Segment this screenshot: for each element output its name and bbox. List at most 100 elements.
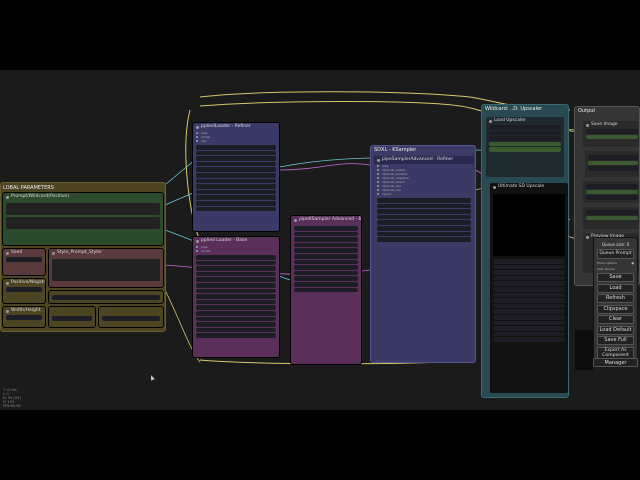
params-a-widget[interactable] (52, 316, 92, 321)
widget-row[interactable] (493, 303, 565, 309)
extra-options-checkbox[interactable]: Extra options (597, 261, 617, 265)
widget-row[interactable] (489, 136, 561, 141)
width-height-widget[interactable] (6, 315, 42, 320)
manager-button[interactable]: Manager (593, 358, 638, 367)
widget-row[interactable] (588, 155, 638, 160)
widget-row[interactable] (196, 299, 276, 305)
node-style-prompt[interactable]: Style_Prompt_Styler (48, 248, 164, 288)
widget-row[interactable] (196, 200, 276, 206)
node-loader-base[interactable]: pplied Loader - Base pipe model (192, 236, 280, 358)
widget-row[interactable] (493, 281, 565, 286)
seed-widget[interactable] (6, 257, 42, 262)
widget-row[interactable] (294, 276, 358, 281)
widget-row[interactable] (196, 327, 276, 333)
widget-row[interactable] (493, 331, 565, 337)
widget-row[interactable] (377, 214, 471, 220)
widget-row[interactable] (377, 198, 471, 203)
widget-row[interactable] (196, 178, 276, 184)
refresh-button[interactable]: Refresh (597, 294, 634, 303)
widget-row[interactable] (493, 264, 565, 270)
widget-row[interactable] (294, 265, 358, 270)
widget-row[interactable] (294, 248, 358, 253)
load-button[interactable]: Load (597, 283, 634, 293)
widget-row[interactable] (586, 134, 638, 140)
widget-row[interactable] (294, 259, 358, 265)
toggle-icon[interactable]: ● (631, 261, 634, 265)
widget-row[interactable] (196, 288, 276, 294)
group-sdxl-ksampler[interactable]: SDXL - KSampler pipeSamplerAdvanced - Re… (370, 145, 476, 363)
widget-row[interactable] (196, 294, 276, 299)
widget-row[interactable] (489, 125, 561, 130)
widget-row[interactable] (196, 145, 276, 150)
widget-row[interactable] (588, 160, 638, 166)
queue-prompt-button[interactable]: Queue Prompt (597, 249, 634, 259)
widget-row[interactable] (377, 225, 471, 231)
widget-row[interactable] (588, 166, 638, 171)
widget-row[interactable] (196, 266, 276, 271)
widget-row[interactable] (493, 309, 565, 314)
node-ksampler-refiner[interactable]: pipeSamplerAdvanced - Refiner pipe optio… (374, 156, 474, 243)
node-output-a[interactable]: Save Image (583, 121, 639, 147)
widget-row[interactable] (377, 231, 471, 237)
group-upscaler[interactable]: Wildcard: ..D: Upscaler Load Upscaler Ul… (481, 104, 569, 398)
widget-row[interactable] (196, 206, 276, 212)
input-slot[interactable]: model (193, 249, 279, 253)
widget-row[interactable] (294, 287, 358, 293)
widget-row[interactable] (294, 281, 358, 287)
input-slot[interactable]: xyplot (374, 192, 474, 196)
node-prompt-positive[interactable]: Prompt/Wildcard(Positive) (2, 192, 164, 246)
save-full-button[interactable]: Save Full (597, 336, 634, 345)
node-loader-refiner[interactable]: ppliedLoader - Refiner pipe model clip (192, 122, 280, 232)
style-textarea[interactable] (52, 259, 160, 281)
node-pipeksampler-base[interactable]: pipeKSampler Advanced - Base (290, 215, 362, 365)
widget-row[interactable] (493, 270, 565, 275)
widget-row[interactable] (196, 150, 276, 156)
widget-row[interactable] (489, 141, 561, 147)
widget-row[interactable] (196, 277, 276, 282)
widget-row[interactable] (196, 255, 276, 260)
prompt-textarea[interactable] (6, 203, 160, 215)
widget-row[interactable] (294, 242, 358, 248)
widget-row[interactable] (377, 203, 471, 209)
widget-row[interactable] (586, 210, 638, 215)
widget-row[interactable] (493, 275, 565, 281)
graph-canvas[interactable]: LOBAL PARAMETERS Prompt/Wildcard(Positiv… (0, 70, 640, 410)
node-ultimate-upscale[interactable]: Ultimate SD Upscale (490, 183, 568, 393)
widget-row[interactable] (294, 253, 358, 259)
widget-row[interactable] (196, 316, 276, 322)
negative-textarea[interactable] (6, 217, 160, 229)
widget-row[interactable] (196, 260, 276, 266)
widget-row[interactable] (493, 259, 565, 264)
widget-row[interactable] (493, 326, 565, 331)
widget-row[interactable] (489, 147, 561, 152)
node-params-b[interactable] (98, 306, 164, 328)
widget-row[interactable] (377, 237, 471, 242)
clear-button[interactable]: Clear (597, 315, 634, 324)
widget-row[interactable] (586, 129, 638, 134)
widget-row[interactable] (196, 172, 276, 178)
widget-row[interactable] (586, 215, 638, 221)
widget-row[interactable] (493, 320, 565, 326)
node-output-b[interactable] (585, 151, 639, 177)
widget-row[interactable] (196, 195, 276, 200)
widget-row[interactable] (493, 298, 565, 303)
widget-row[interactable] (489, 130, 561, 136)
widget-row[interactable] (294, 237, 358, 242)
params-b-widget[interactable] (102, 316, 160, 321)
widget-row[interactable] (196, 310, 276, 316)
widget-row[interactable] (196, 282, 276, 288)
widget-row[interactable] (196, 161, 276, 167)
widget-row[interactable] (196, 322, 276, 327)
node-pos-neg[interactable]: Positive/Negative (2, 278, 46, 304)
size-widget[interactable] (52, 295, 160, 300)
auto-queue-checkbox[interactable]: Auto Queue (597, 267, 615, 271)
widget-row[interactable] (493, 292, 565, 298)
node-params-a[interactable] (48, 306, 96, 328)
widget-row[interactable] (196, 156, 276, 161)
widget-row[interactable] (377, 209, 471, 214)
widget-row[interactable] (294, 226, 358, 231)
widget-row[interactable] (493, 337, 565, 342)
widget-row[interactable] (493, 286, 565, 292)
widget-row[interactable] (377, 220, 471, 225)
widget-row[interactable] (493, 314, 565, 320)
